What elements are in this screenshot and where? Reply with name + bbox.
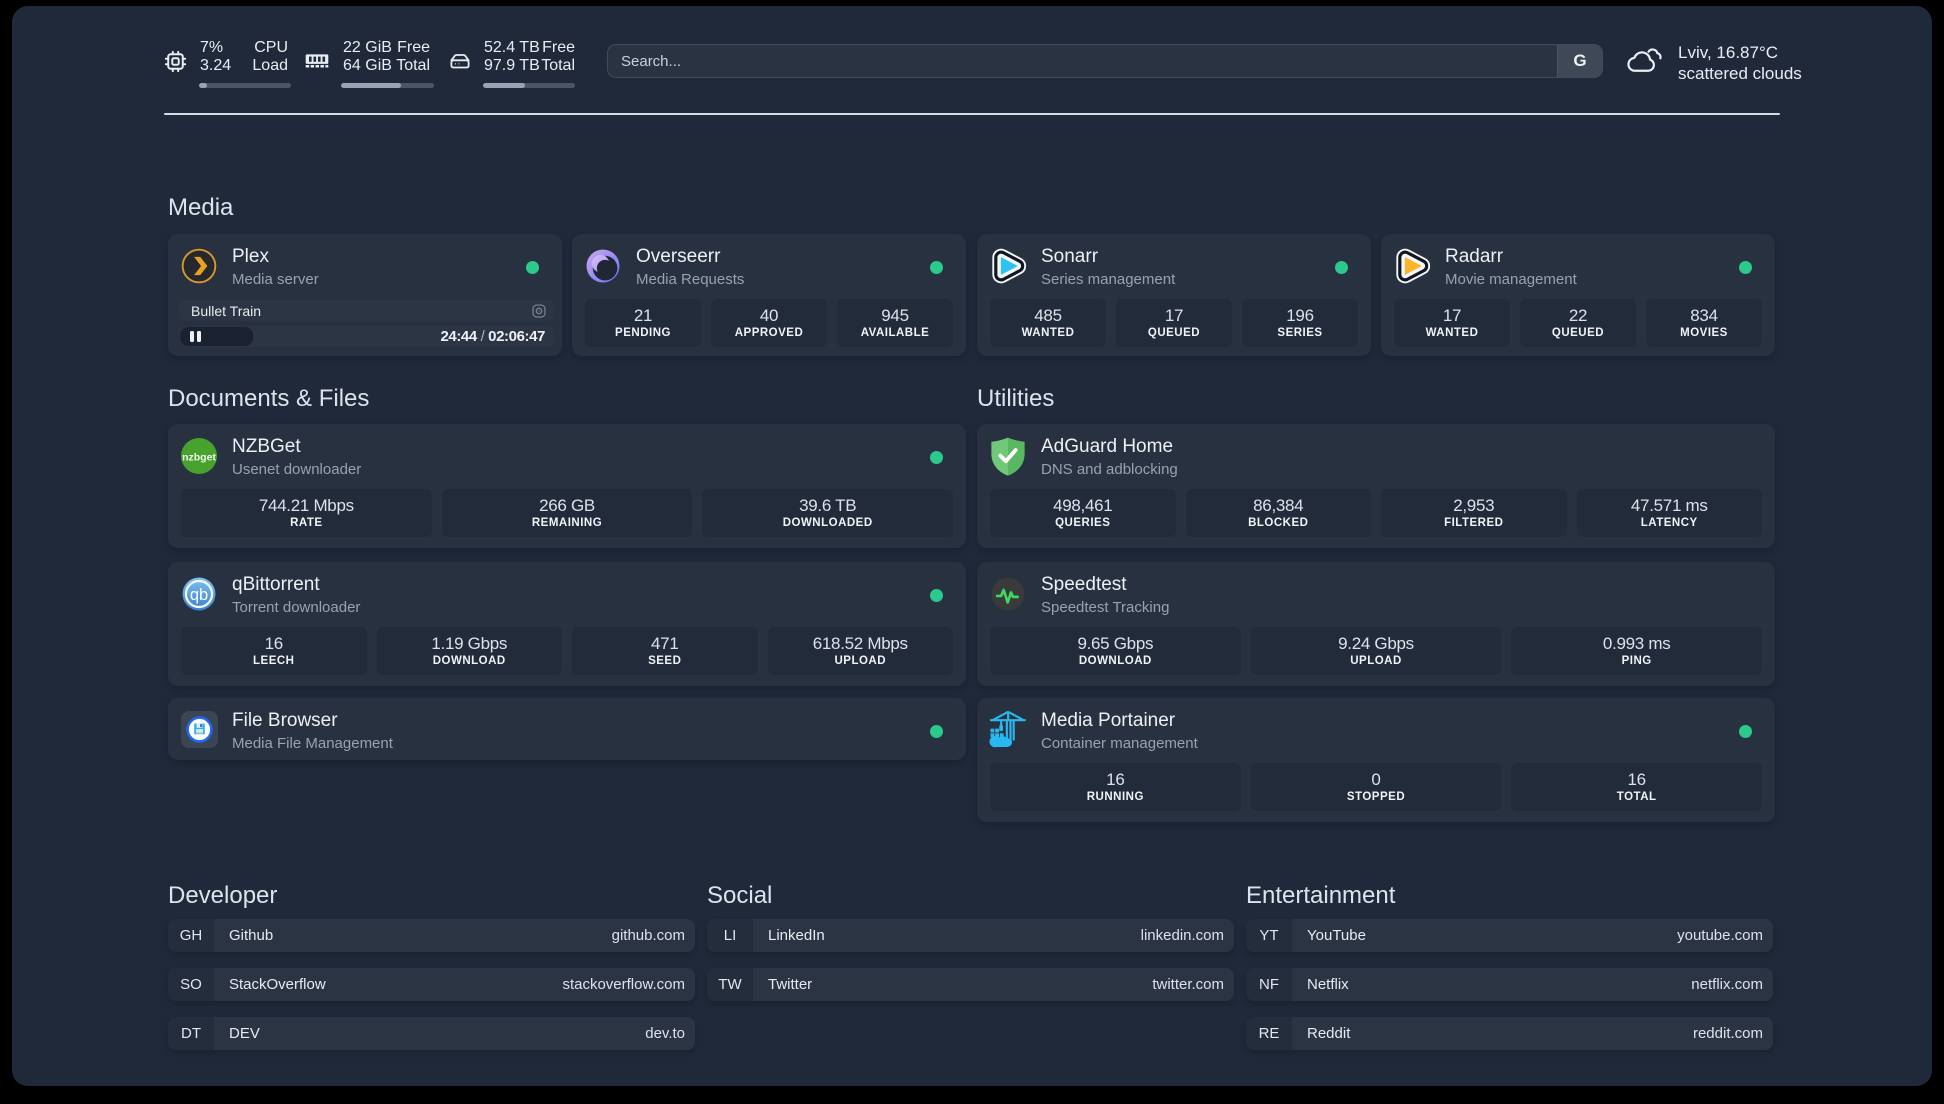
svg-text:nzbget: nzbget: [182, 452, 216, 464]
svg-text:qb: qb: [190, 586, 208, 604]
